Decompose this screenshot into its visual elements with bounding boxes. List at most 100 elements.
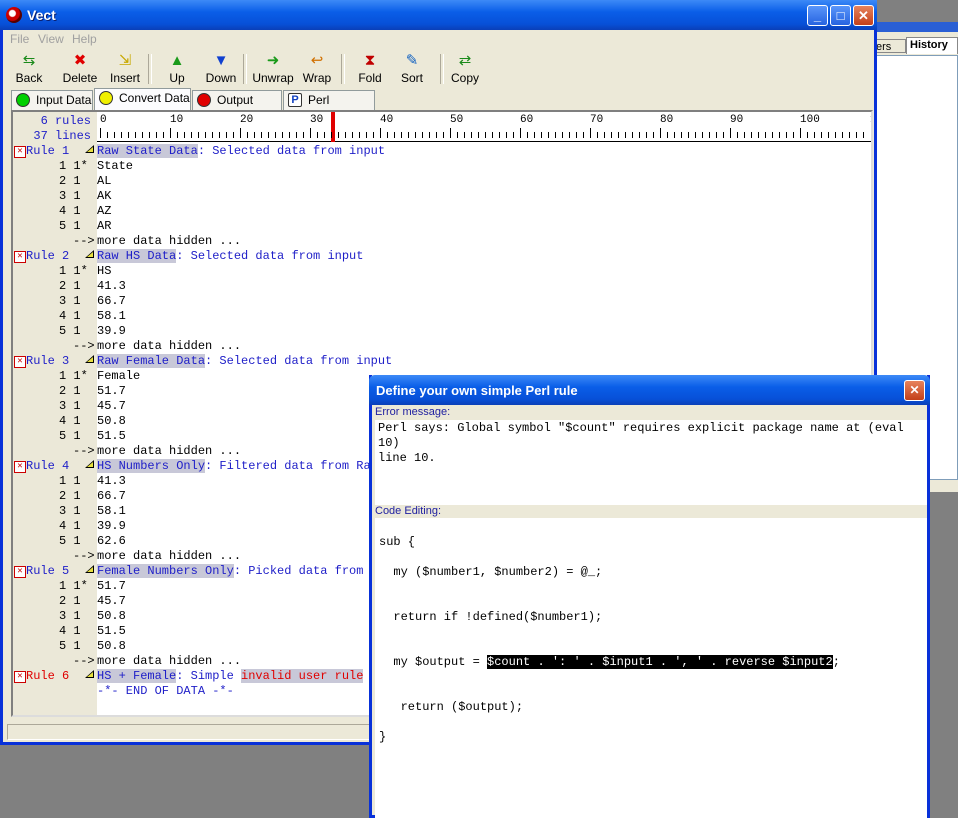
delete-rule-icon[interactable]: ✕ [14,356,26,368]
delete-rule-icon[interactable]: ✕ [14,566,26,578]
menu-file[interactable]: File [10,32,29,46]
delete-rule-icon[interactable]: ✕ [14,146,26,158]
menu-view[interactable]: View [38,32,64,46]
code-selection[interactable]: $count . ': ' . $input1 . ', ' . reverse… [487,655,833,669]
back-icon: ⇆ [22,52,36,69]
ruler-tick [429,132,430,138]
window-title: Vect [27,7,56,23]
rule-name[interactable]: Raw State Data [97,144,198,158]
ruler-tick [534,132,535,138]
tab-convert-data[interactable]: Convert Data [94,88,191,110]
row-number: 1 1* [59,369,88,383]
rule-name[interactable]: Raw HS Data [97,249,177,263]
data-row[interactable]: 2 1 41.3 [13,279,871,294]
row-number: 2 1 [59,279,81,293]
ruler-tick [436,132,437,138]
ruler-number: 90 [730,114,744,126]
tab-output-data[interactable]: Output Data [192,90,282,125]
dialog-close-button[interactable]: ✕ [904,380,925,401]
ruler-tick [842,132,843,138]
edit-triangle-icon[interactable] [85,145,94,153]
title-bar[interactable]: Vect _ □ ✕ [0,0,877,30]
rule-header[interactable]: ✕ Rule 3 Raw Female Data: Selected data fr… [13,354,871,369]
wrap-button[interactable]: ↩ Wrap [298,52,336,88]
rule-name[interactable]: HS Numbers Only [97,459,206,473]
ruler-tick [219,132,220,138]
tab-partial[interactable]: ers [872,39,906,53]
ruler-tick [849,132,850,138]
code-editor[interactable]: sub { my ($number1, $number2) = @_; retu… [375,518,927,818]
ruler-tick [142,132,143,138]
edit-triangle-icon[interactable] [85,670,94,678]
tab-perl-program[interactable]: P Perl Program [283,90,375,125]
down-button[interactable]: ▼ Down [201,52,241,88]
fold-button[interactable]: ⧗ Fold [353,52,387,88]
close-button[interactable]: ✕ [853,5,874,26]
row-number: 5 1 [59,639,81,653]
data-row[interactable]: 1 1* HS [13,264,871,279]
data-row[interactable]: 4 1 AZ [13,204,871,219]
rule-name[interactable]: Raw Female Data [97,354,206,368]
ruler-baseline [97,141,871,142]
edit-triangle-icon[interactable] [85,250,94,258]
toolbar-label: Fold [358,71,382,85]
data-row[interactable]: 5 1 39.9 [13,324,871,339]
up-button[interactable]: ▲ Up [161,52,193,88]
data-row[interactable]: 5 1 AR [13,219,871,234]
column-ruler[interactable]: 0 10 20 30 40 50 60 70 80 90 100 1 [97,112,871,144]
rule-title: Raw HS Data: Selected data from input [97,249,363,264]
more-data-hidden[interactable]: --> more data hidden ... [13,339,871,354]
row-value: AL [97,174,112,188]
ruler-tick [310,128,311,138]
ruler-tick [779,132,780,138]
ruler-tick [345,132,346,138]
rule-name[interactable]: Female Numbers Only [97,564,234,578]
data-row[interactable]: 3 1 AK [13,189,871,204]
maximize-button[interactable]: □ [830,5,851,26]
ruler-tick [331,132,332,138]
data-row[interactable]: 3 1 66.7 [13,294,871,309]
data-row[interactable]: 1 1* State [13,159,871,174]
row-value: 50.8 [97,609,126,623]
app-icon[interactable] [6,7,22,23]
rule-label: Rule 3 [26,354,70,368]
tab-history[interactable]: History [906,37,958,54]
tab-strip: Input Data Convert Data Output Data P Pe… [3,88,874,125]
rule-header[interactable]: ✕ Rule 2 Raw HS Data: Selected data from i… [13,249,871,264]
ruler-tick [226,132,227,138]
sort-button[interactable]: ✎ Sort [396,52,428,88]
back-button[interactable]: ⇆ Back [7,52,51,88]
ruler-tick [380,128,381,138]
copy-button[interactable]: ⇄ Copy [447,52,483,88]
ruler-tick [807,132,808,138]
more-arrow: --> [73,444,95,458]
edit-triangle-icon[interactable] [85,460,94,468]
ruler-tick [387,132,388,138]
rule-header[interactable]: ✕ Rule 1 Raw State Data: Selected data fro… [13,144,871,159]
tab-input-data[interactable]: Input Data [11,90,93,110]
unwrap-button[interactable]: ➜ Unwrap [251,52,295,88]
insert-button[interactable]: ⇲ Insert [104,52,146,88]
delete-button[interactable]: ✖ Delete [59,52,101,88]
ruler-tick [765,132,766,138]
rule-name[interactable]: HS + Female [97,669,177,683]
toolbar-label: Wrap [302,71,332,85]
ruler-tick [695,132,696,138]
data-row[interactable]: 4 1 58.1 [13,309,871,324]
delete-rule-icon[interactable]: ✕ [14,671,26,683]
ruler-tick [149,132,150,138]
edit-triangle-icon[interactable] [85,355,94,363]
ruler-number: 50 [450,114,464,126]
data-row[interactable]: 2 1 AL [13,174,871,189]
menu-help[interactable]: Help [72,32,97,46]
ruler-tick [205,132,206,138]
minimize-button[interactable]: _ [807,5,828,26]
ruler-tick [163,132,164,138]
delete-rule-icon[interactable]: ✕ [14,461,26,473]
dialog-title-bar[interactable]: Define your own simple Perl rule ✕ [369,375,930,405]
delete-rule-icon[interactable]: ✕ [14,251,26,263]
row-value: AR [97,219,112,233]
toolbar-label: Copy [450,71,479,85]
edit-triangle-icon[interactable] [85,565,94,573]
more-data-hidden[interactable]: --> more data hidden ... [13,234,871,249]
